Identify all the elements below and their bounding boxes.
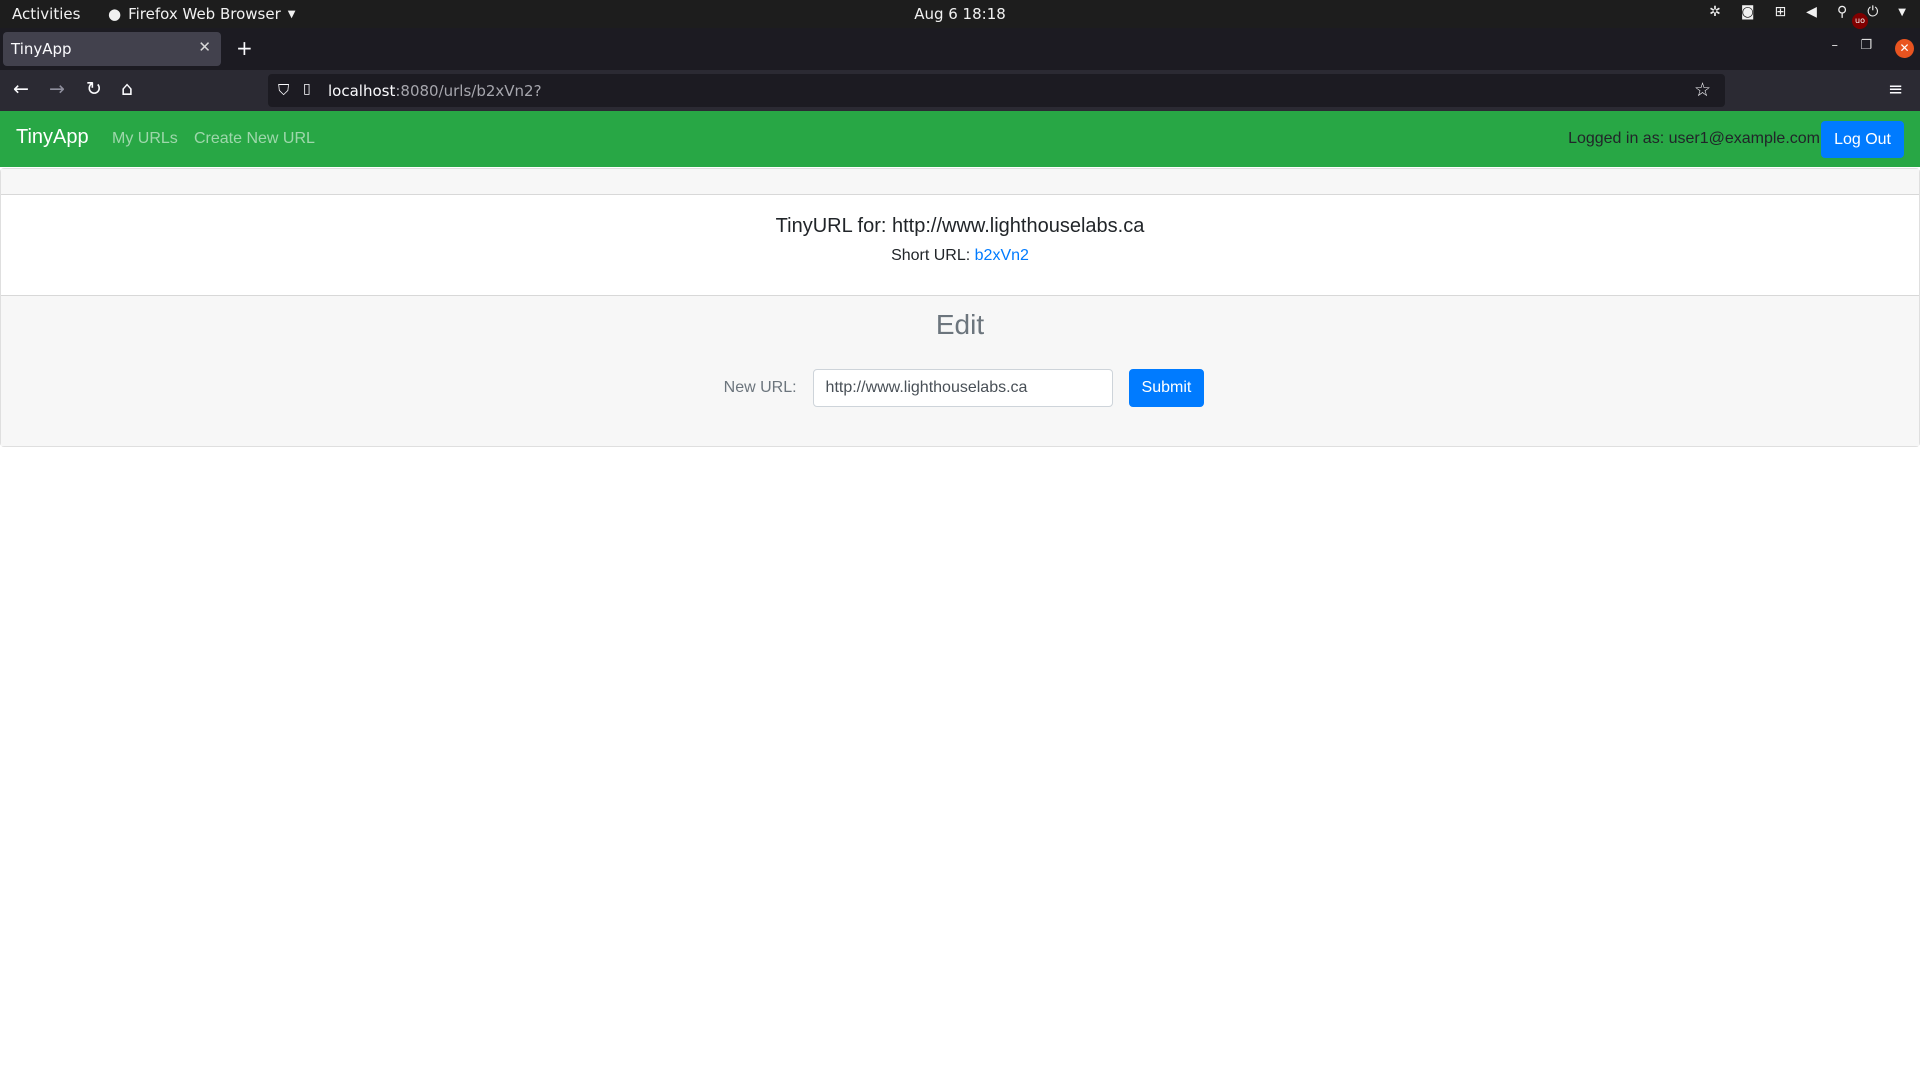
hamburger-menu-icon[interactable]: ≡ xyxy=(1888,79,1903,100)
web-page: TinyApp My URLs Create New URL Logged in… xyxy=(0,111,1920,1080)
edit-heading: Edit xyxy=(935,309,985,340)
card-body: TinyURL for: http://www.lighthouselabs.c… xyxy=(1,195,1919,295)
short-url-label: Short URL: xyxy=(891,247,971,264)
system-tray: ✲ ◙ ⊞ ◀ ⚲ ⏻ ▼ xyxy=(1709,4,1906,20)
browser-tab[interactable]: TinyApp ✕ xyxy=(3,32,221,66)
tab-title: TinyApp xyxy=(11,40,72,58)
volume-icon[interactable]: ◀ xyxy=(1806,4,1817,20)
discord-icon[interactable]: ◙ xyxy=(1741,4,1755,20)
logged-in-text: Logged in as: user1@example.com xyxy=(1568,130,1820,147)
home-icon[interactable]: ⌂ xyxy=(121,79,133,99)
network-icon[interactable]: ⊞ xyxy=(1774,4,1786,20)
address-bar[interactable]: ⛉ ▯ localhost:8080/urls/b2xVn2? ☆ xyxy=(268,74,1725,107)
short-url-link[interactable]: b2xVn2 xyxy=(975,247,1029,264)
microphone-icon[interactable]: ⚲ xyxy=(1837,4,1847,20)
system-top-bar: Activities ● Firefox Web Browser ▼ Aug 6… xyxy=(0,0,1920,28)
window-close-button[interactable]: ✕ xyxy=(1895,39,1914,58)
url-text[interactable]: localhost:8080/urls/b2xVn2? xyxy=(328,82,542,100)
power-icon[interactable]: ⏻ xyxy=(1867,4,1878,20)
clock[interactable]: Aug 6 18:18 xyxy=(914,5,1006,23)
shield-icon[interactable]: ⛉ xyxy=(278,81,289,99)
chevron-down-icon[interactable]: ▼ xyxy=(1898,7,1906,18)
page-icon[interactable]: ▯ xyxy=(303,81,311,97)
app-navbar: TinyApp My URLs Create New URL Logged in… xyxy=(0,111,1920,167)
card-header xyxy=(1,169,1919,195)
reload-icon[interactable]: ↻ xyxy=(86,79,102,99)
nav-create-new-url[interactable]: Create New URL xyxy=(194,130,315,148)
nav-my-urls[interactable]: My URLs xyxy=(112,130,178,148)
url-card: TinyURL for: http://www.lighthouselabs.c… xyxy=(0,168,1920,447)
brand-link[interactable]: TinyApp xyxy=(16,126,89,149)
browser-toolbar: ← → ↻ ⌂ ⛉ ▯ localhost:8080/urls/b2xVn2? … xyxy=(0,70,1920,111)
restore-icon[interactable]: ❐ xyxy=(1860,38,1872,53)
logout-button[interactable]: Log Out xyxy=(1821,121,1904,158)
close-icon[interactable]: ✕ xyxy=(198,38,211,56)
firefox-icon: ● xyxy=(108,5,122,23)
ublock-icon[interactable]: uo xyxy=(1852,13,1868,29)
new-url-input[interactable] xyxy=(812,369,1113,407)
minimize-icon[interactable]: – xyxy=(1832,38,1839,53)
edit-section: Edit New URL: Submit xyxy=(1,295,1919,446)
bookmark-star-icon[interactable]: ☆ xyxy=(1694,79,1711,101)
app-menu[interactable]: ● Firefox Web Browser ▼ xyxy=(108,5,295,23)
edit-form: New URL: Submit xyxy=(1,369,1919,407)
forward-arrow-icon[interactable]: → xyxy=(49,79,65,99)
submit-button[interactable]: Submit xyxy=(1128,369,1205,407)
slack-icon[interactable]: ✲ xyxy=(1709,4,1721,20)
short-url-row: Short URL: b2xVn2 xyxy=(1,247,1919,265)
card-title: TinyURL for: http://www.lighthouselabs.c… xyxy=(775,215,1145,237)
chevron-down-icon: ▼ xyxy=(287,8,296,20)
app-menu-label: Firefox Web Browser xyxy=(128,5,281,23)
tab-strip: TinyApp ✕ xyxy=(0,28,1920,70)
new-tab-button[interactable]: + xyxy=(236,36,253,60)
back-arrow-icon[interactable]: ← xyxy=(13,79,29,99)
new-url-label: New URL: xyxy=(723,379,797,396)
activities-button[interactable]: Activities xyxy=(12,5,80,23)
